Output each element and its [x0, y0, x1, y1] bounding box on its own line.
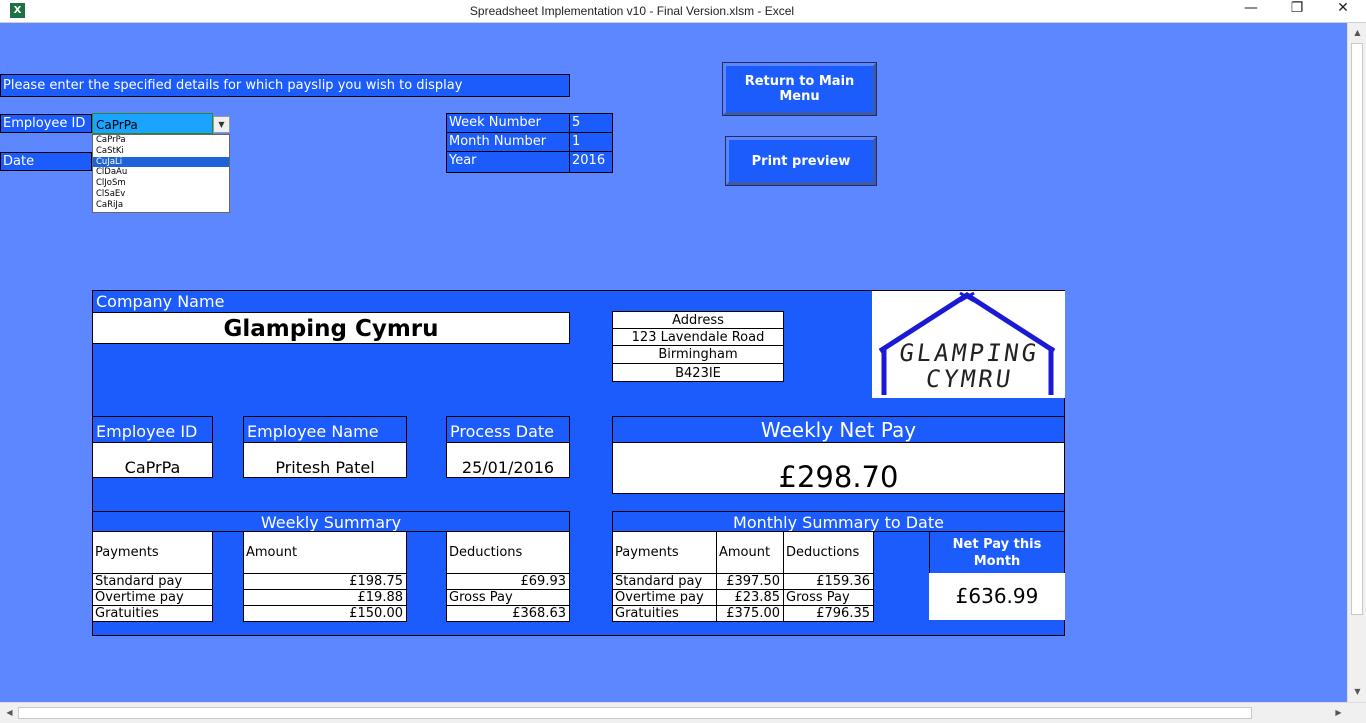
- weekly-net-pay-header: Weekly Net Pay: [612, 416, 1065, 443]
- month-number-label: Month Number: [446, 132, 570, 152]
- weekly-net-pay-value: £298.70: [612, 442, 1065, 494]
- address-line-1: 123 Lavendale Road: [612, 328, 784, 346]
- scroll-right-icon[interactable]: ▶: [1330, 704, 1347, 721]
- monthly-gross-pay-label: Gross Pay: [783, 589, 874, 606]
- employee-id-dropdown-list[interactable]: CaPrPa CaStKi CuJaLi ClDaAu ClJoSm ClSaEv CaRi…: [92, 134, 230, 213]
- dropdown-option[interactable]: ClDaAu: [93, 167, 229, 178]
- month-number-value[interactable]: 1: [569, 132, 613, 152]
- horizontal-scrollbar[interactable]: ◀ ▶: [0, 702, 1366, 723]
- company-name-value: Glamping Cymru: [92, 312, 570, 344]
- scroll-up-icon[interactable]: ▲: [1349, 24, 1366, 41]
- dropdown-option[interactable]: CaPrPa: [93, 135, 229, 146]
- weekly-row-label: Gratuities: [92, 605, 213, 622]
- weekly-row-amount: £150.00: [243, 605, 407, 622]
- monthly-row-deduction: £159.36: [783, 573, 874, 590]
- monthly-summary-title: Monthly Summary to Date: [612, 511, 1065, 532]
- title-bar: X Spreadsheet Implementation v10 - Final…: [0, 0, 1366, 23]
- logo-text-line2: CYMRU: [924, 365, 1015, 393]
- close-button[interactable]: ✕: [1320, 0, 1366, 23]
- net-pay-month-value: £636.99: [929, 573, 1065, 620]
- monthly-row-deduction: £796.35: [783, 605, 874, 622]
- weekly-row-label: Overtime pay: [92, 589, 213, 606]
- logo-text-line1: GLAMPING: [898, 339, 1041, 367]
- year-value[interactable]: 2016: [569, 151, 613, 173]
- employee-id-label: Employee ID: [0, 114, 92, 133]
- dropdown-option[interactable]: ClJoSm: [93, 178, 229, 189]
- vertical-scroll-thumb[interactable]: [1351, 43, 1363, 615]
- process-date-value: 25/01/2016: [446, 442, 570, 478]
- dropdown-option[interactable]: ClSaEv: [93, 189, 229, 200]
- monthly-row-label: Overtime pay: [612, 589, 717, 606]
- dropdown-option[interactable]: CaRiJa: [93, 200, 229, 211]
- window-title: Spreadsheet Implementation v10 - Final V…: [469, 4, 795, 18]
- scroll-left-icon[interactable]: ◀: [1, 704, 18, 721]
- net-pay-month-header: Net Pay this Month: [929, 531, 1065, 574]
- chevron-down-icon[interactable]: ▼: [213, 116, 230, 133]
- dropdown-option[interactable]: CaStKi: [93, 146, 229, 157]
- weekly-amount-header: Amount: [243, 531, 407, 574]
- weekly-row-deduction: £368.63: [446, 605, 570, 622]
- dropdown-option[interactable]: CuJaLi: [93, 156, 229, 168]
- monthly-row-label: Standard pay: [612, 573, 717, 590]
- weekly-payments-header: Payments: [92, 531, 213, 574]
- address-label: Address: [612, 311, 784, 329]
- monthly-row-amount: £397.50: [716, 573, 784, 590]
- weekly-row-amount: £19.88: [243, 589, 407, 606]
- monthly-amount-header: Amount: [716, 531, 784, 574]
- glamping-house-icon: GLAMPING CYMRU: [878, 291, 1056, 395]
- horizontal-scroll-thumb[interactable]: [18, 707, 1252, 719]
- weekly-gross-pay-label: Gross Pay: [446, 589, 570, 606]
- company-logo: GLAMPING CYMRU: [872, 291, 1065, 398]
- year-label: Year: [446, 151, 570, 173]
- minimize-button[interactable]: —: [1228, 0, 1274, 23]
- monthly-payments-header: Payments: [612, 531, 717, 574]
- week-number-value[interactable]: 5: [569, 113, 613, 133]
- address-line-2: Birmingham: [612, 345, 784, 364]
- process-date-header: Process Date: [446, 416, 570, 443]
- date-label: Date: [0, 152, 92, 171]
- weekly-deductions-header: Deductions: [446, 531, 570, 574]
- company-name-label: Company Name: [96, 292, 225, 311]
- weekly-row-label: Standard pay: [92, 573, 213, 590]
- employee-id-value: CaPrPa: [92, 442, 213, 478]
- instruction-prompt: Please enter the specified details for w…: [0, 74, 570, 97]
- monthly-deductions-header: Deductions: [783, 531, 874, 574]
- weekly-summary-title: Weekly Summary: [92, 511, 570, 532]
- monthly-row-amount: £23.85: [716, 589, 784, 606]
- employee-id-header: Employee ID: [92, 416, 213, 443]
- scroll-down-icon[interactable]: ▼: [1349, 683, 1366, 700]
- monthly-row-label: Gratuities: [612, 605, 717, 622]
- employee-id-combo-input[interactable]: CaPrPa: [92, 113, 213, 134]
- weekly-row-amount: £198.75: [243, 573, 407, 590]
- restore-button[interactable]: ❐: [1274, 0, 1320, 23]
- vertical-scrollbar[interactable]: ▲ ▼: [1347, 23, 1366, 702]
- employee-name-header: Employee Name: [243, 416, 407, 443]
- weekly-row-deduction: £69.93: [446, 573, 570, 590]
- employee-name-value: Pritesh Patel: [243, 442, 407, 478]
- week-number-label: Week Number: [446, 113, 570, 133]
- print-preview-button[interactable]: Print preview: [726, 137, 876, 185]
- return-to-main-menu-button[interactable]: Return to Main Menu: [723, 63, 876, 115]
- monthly-row-amount: £375.00: [716, 605, 784, 622]
- address-line-3: B423IE: [612, 363, 784, 382]
